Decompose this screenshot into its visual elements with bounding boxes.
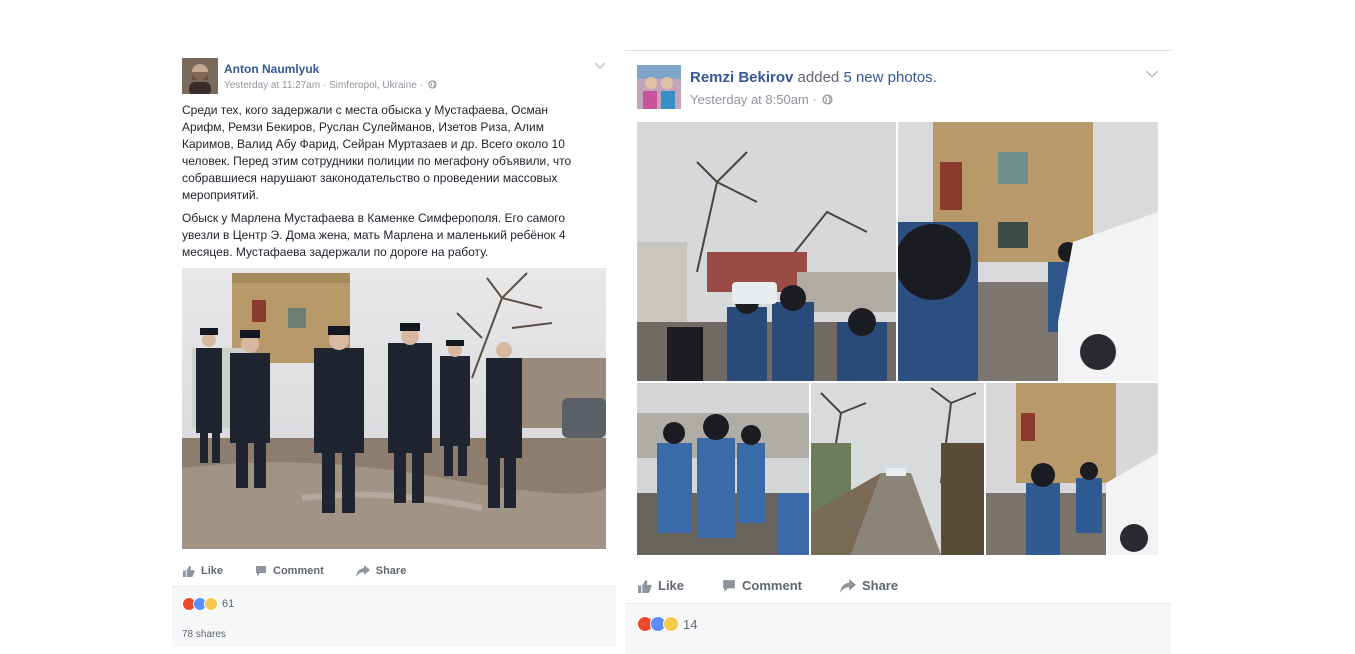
avatar[interactable] [182, 58, 218, 94]
post-timestamp[interactable]: Yesterday at 8:50am · [690, 92, 817, 107]
reactions-summary[interactable]: 61 [182, 597, 234, 611]
like-label: Like [201, 565, 224, 577]
action-text: added [797, 69, 840, 86]
comment-icon [723, 579, 735, 592]
chevron-down-icon[interactable] [1145, 67, 1159, 85]
post-footer: 14 [625, 603, 1171, 654]
comment-button[interactable]: Comment [255, 565, 324, 577]
like-label: Like [658, 578, 685, 593]
sad-reaction-icon [204, 597, 218, 611]
reaction-count: 14 [683, 616, 698, 632]
post-actions: Like Comment Share [637, 578, 898, 593]
share-arrow-icon [355, 565, 370, 577]
thumbs-up-icon [182, 565, 195, 577]
new-photos-link[interactable]: 5 new photos. [843, 69, 936, 86]
share-button[interactable]: Share [355, 565, 407, 577]
like-button[interactable]: Like [637, 578, 684, 593]
reaction-count: 61 [222, 598, 235, 610]
globe-icon [428, 80, 437, 89]
post-footer: 61 78 shares [172, 586, 616, 647]
share-button[interactable]: Share [839, 578, 899, 593]
avatar[interactable] [637, 65, 681, 109]
post-photo[interactable] [182, 268, 606, 549]
grid-photo-1[interactable] [637, 122, 896, 381]
share-label: Share [861, 578, 899, 593]
globe-icon [822, 94, 833, 105]
post-actions: Like Comment Share [182, 565, 406, 577]
post-card-bekirov: Remzi Bekirov added 5 new photos. Yester… [625, 50, 1171, 654]
post-card-naumlyuk: Anton Naumlyuk Yesterday at 11:27am · Si… [172, 46, 616, 647]
comment-label: Comment [742, 578, 802, 593]
author-name[interactable]: Anton Naumlyuk [224, 62, 319, 76]
comment-button[interactable]: Comment [722, 578, 802, 593]
like-button[interactable]: Like [182, 565, 223, 577]
comment-icon [256, 566, 267, 576]
share-arrow-icon [839, 578, 856, 593]
author-name[interactable]: Remzi Bekirov [690, 69, 793, 86]
post-timestamp[interactable]: Yesterday at 11:27am · Simferopol, Ukrai… [224, 80, 423, 91]
thumbs-up-icon [638, 579, 652, 593]
reactions-summary[interactable]: 14 [637, 616, 697, 632]
chevron-down-icon[interactable] [594, 58, 606, 76]
share-label: Share [375, 565, 407, 577]
grid-photo-5[interactable] [986, 383, 1158, 555]
post-paragraph: Обыск у Марлена Мустафаева в Каменке Сим… [182, 211, 566, 259]
sad-reaction-icon [663, 616, 679, 632]
grid-photo-4[interactable] [811, 383, 984, 555]
grid-photo-2[interactable] [898, 122, 1158, 381]
grid-photo-3[interactable] [637, 383, 809, 555]
comment-label: Comment [273, 565, 324, 577]
post-paragraph: Среди тех, кого задержали с места обыска… [182, 103, 572, 202]
post-text: Среди тех, кого задержали с места обыска… [182, 102, 594, 267]
